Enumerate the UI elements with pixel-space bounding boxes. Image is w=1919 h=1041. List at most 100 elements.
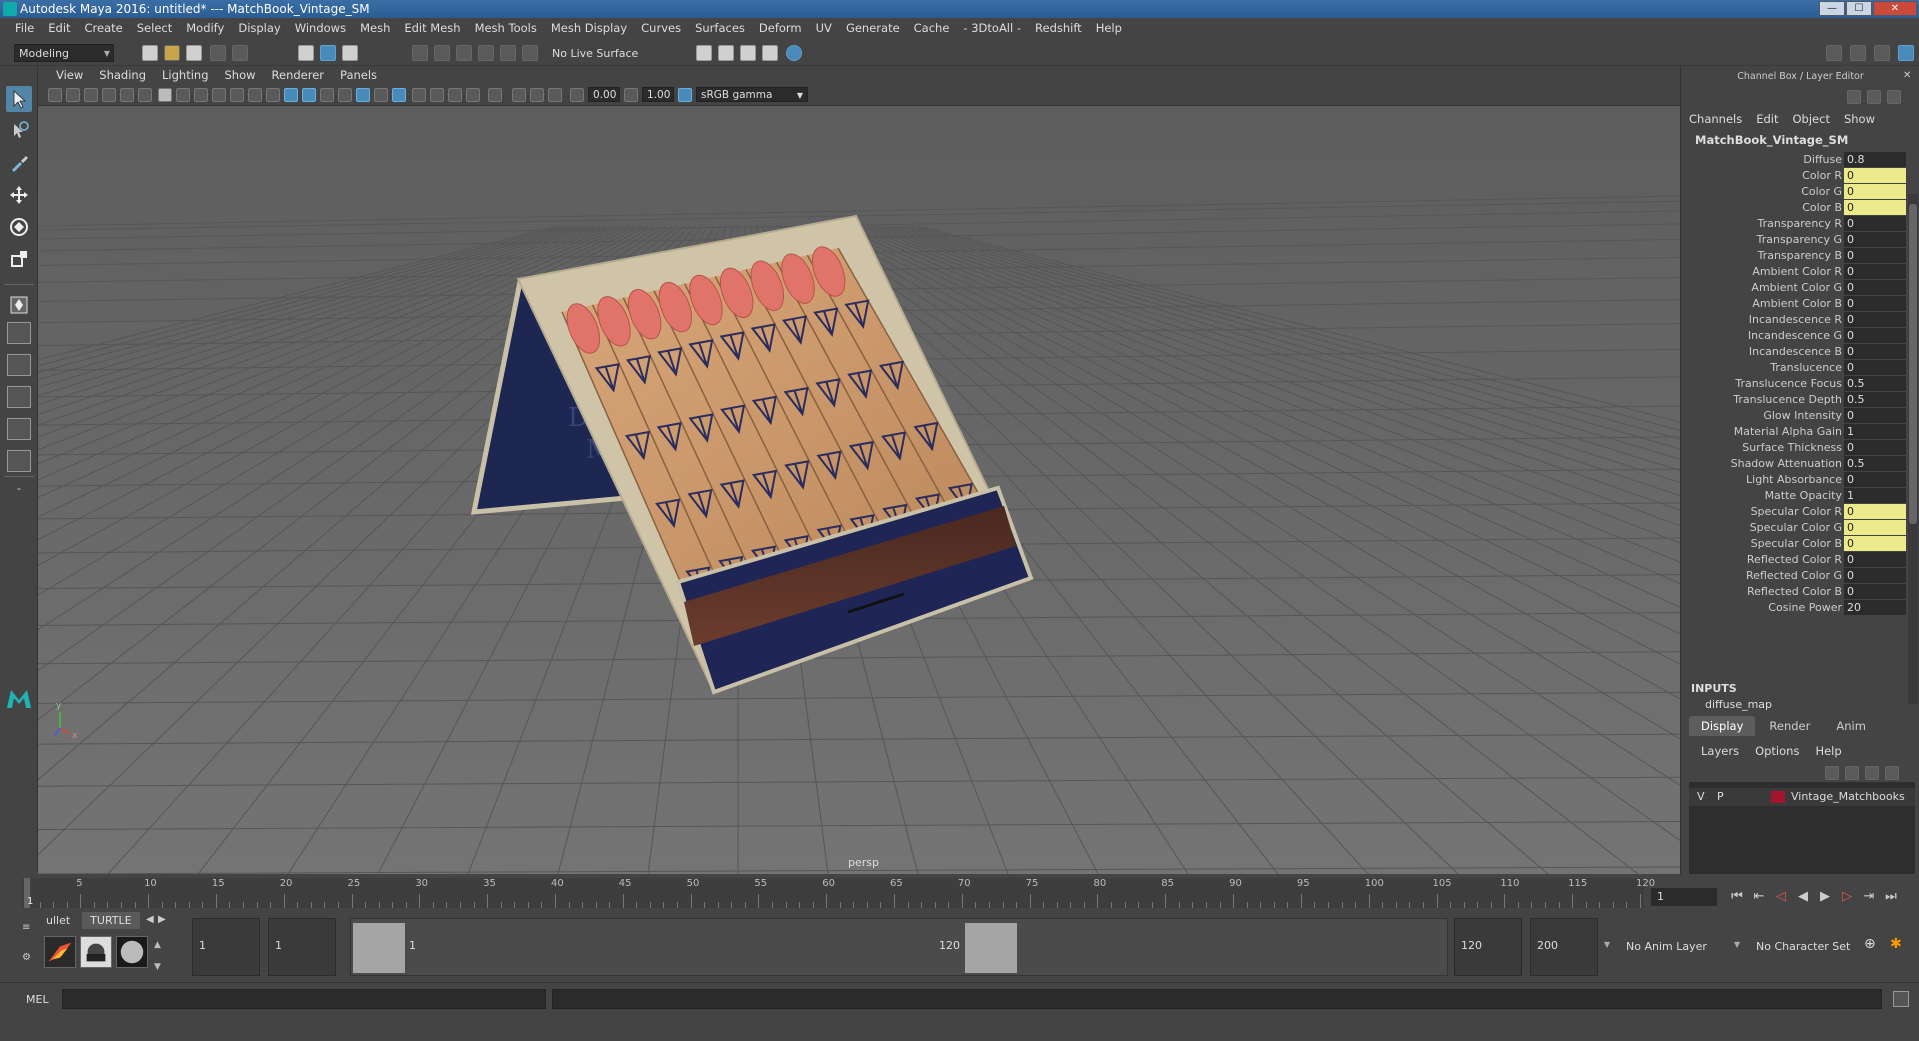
layer-menu-layers[interactable]: Layers <box>1701 744 1739 758</box>
open-scene-icon[interactable] <box>164 45 180 61</box>
safe-title-icon[interactable] <box>266 88 280 102</box>
attribute-label[interactable]: Surface Thickness <box>1742 441 1842 454</box>
attribute-value[interactable]: 0 <box>1844 312 1906 327</box>
attribute-value[interactable]: 0 <box>1844 408 1906 423</box>
shadows-icon[interactable] <box>392 88 406 102</box>
viewport-panel[interactable]: View Shading Lighting Show Renderer Pane… <box>38 66 1680 874</box>
menu-3dtoall[interactable]: - 3DtoAll - <box>956 21 1028 35</box>
mel-command-input[interactable] <box>62 989 546 1009</box>
save-scene-icon[interactable] <box>186 45 202 61</box>
viewport-menu-view[interactable]: View <box>48 68 91 82</box>
two-pane-layout-icon[interactable] <box>7 354 31 376</box>
attribute-row[interactable]: Translucence Depth 0.5 <box>1681 392 1906 408</box>
shelf-scroll-down-icon[interactable]: ▼ <box>154 962 161 972</box>
select-tool-icon[interactable] <box>6 86 32 112</box>
screen-space-ao-icon[interactable] <box>412 88 426 102</box>
attribute-label[interactable]: Incandescence G <box>1748 329 1842 342</box>
attribute-row[interactable]: Transparency B0 <box>1681 248 1906 264</box>
menu-file[interactable]: File <box>8 21 41 35</box>
attribute-value[interactable]: 0.8 <box>1844 152 1906 167</box>
menu-edit[interactable]: Edit <box>41 21 77 35</box>
step-back-frame-icon[interactable]: ◁ <box>1772 888 1790 906</box>
close-icon[interactable]: ✕ <box>1903 70 1911 81</box>
exposure-field[interactable]: 0.00 <box>588 87 620 102</box>
tab-render[interactable]: Render <box>1757 716 1823 736</box>
layer-menu-options[interactable]: Options <box>1755 744 1799 758</box>
attribute-row[interactable]: Translucence 0 <box>1681 360 1906 376</box>
select-hierarchy-icon[interactable] <box>298 45 314 61</box>
last-tool-icon[interactable] <box>6 292 32 318</box>
single-pane-layout-icon[interactable] <box>7 322 31 344</box>
attribute-value[interactable]: 0.5 <box>1844 392 1906 407</box>
default-material-icon[interactable] <box>338 88 352 102</box>
chevron-down-icon[interactable]: ▼ <box>1734 940 1740 949</box>
auto-key-icon[interactable]: ⊕ <box>1864 936 1882 954</box>
attribute-row[interactable]: Matte Opacity 1 <box>1681 488 1906 504</box>
menu-modify[interactable]: Modify <box>179 21 231 35</box>
attribute-label[interactable]: Specular Color B <box>1751 537 1842 550</box>
paint-select-tool-icon[interactable] <box>6 150 32 176</box>
inputs-header[interactable]: INPUTS <box>1691 682 1737 695</box>
attribute-label[interactable]: Specular Color G <box>1750 521 1842 534</box>
attribute-label[interactable]: Shadow Attenuation <box>1731 457 1842 470</box>
attribute-label[interactable]: Diffuse <box>1803 153 1842 166</box>
attribute-editor-icon[interactable] <box>1850 45 1866 61</box>
attribute-row[interactable]: Light Absorbance 0 <box>1681 472 1906 488</box>
snap-curve-icon[interactable] <box>434 45 450 61</box>
attribute-label[interactable]: Ambient Color B <box>1752 297 1842 310</box>
viewport-menu-panels[interactable]: Panels <box>332 68 385 82</box>
attribute-row[interactable]: Incandescence B0 <box>1681 344 1906 360</box>
grid-toggle-icon[interactable] <box>158 88 172 102</box>
gate-mask-icon[interactable] <box>212 88 226 102</box>
attribute-label[interactable]: Matte Opacity <box>1765 489 1842 502</box>
time-ruler[interactable]: 5 10 15 20 25 30 35 40 45 50 55 60 65 70 75 80 85 90 95 100… <box>22 878 1655 908</box>
cb-menu-object[interactable]: Object <box>1793 112 1830 126</box>
grease-pencil-icon[interactable] <box>138 88 152 102</box>
attribute-label[interactable]: Cosine Power <box>1768 601 1842 614</box>
menu-set-dropdown[interactable]: Modeling ▼ <box>14 44 114 62</box>
attribute-row[interactable]: Ambient Color R0 <box>1681 264 1906 280</box>
step-forward-key-icon[interactable]: ⇥ <box>1860 888 1878 906</box>
attribute-label[interactable]: Light Absorbance <box>1746 473 1842 486</box>
viewport-menu-lighting[interactable]: Lighting <box>154 68 216 82</box>
shelf-menu-icon[interactable]: ≡ <box>22 922 34 934</box>
four-pane-layout-icon[interactable] <box>7 386 31 408</box>
inputs-item[interactable]: diffuse_map <box>1705 698 1772 711</box>
channel-box-icon-3[interactable] <box>1887 90 1901 104</box>
turtle-render-icon[interactable] <box>44 936 76 968</box>
menu-windows[interactable]: Windows <box>288 21 353 35</box>
attribute-label[interactable]: Reflected Color B <box>1747 585 1842 598</box>
attribute-label[interactable]: Transparency G <box>1757 233 1842 246</box>
attribute-row[interactable]: Diffuse 0.8 <box>1681 152 1906 168</box>
attribute-label[interactable]: Color B <box>1802 201 1842 214</box>
turtle-surface-icon[interactable] <box>116 936 148 968</box>
menu-deform[interactable]: Deform <box>752 21 809 35</box>
attribute-value[interactable]: 0 <box>1844 296 1906 311</box>
chevron-down-icon[interactable]: ▼ <box>1604 940 1610 949</box>
attribute-value[interactable]: 0.5 <box>1844 376 1906 391</box>
attribute-row[interactable]: Reflected Color B0 <box>1681 584 1906 600</box>
render-settings-icon[interactable] <box>762 45 778 61</box>
color-management-icon[interactable] <box>678 88 692 102</box>
attribute-row[interactable]: Specular Color G0 <box>1681 520 1906 536</box>
layer-row[interactable]: V P Vintage_Matchbooks <box>1689 788 1915 806</box>
ipr-render-icon[interactable] <box>740 45 756 61</box>
shelf-scroll-left-icon[interactable]: ◀ <box>146 914 154 925</box>
tool-settings-icon[interactable] <box>1874 45 1890 61</box>
attribute-label[interactable]: Specular Color R <box>1751 505 1842 518</box>
menu-select[interactable]: Select <box>130 21 179 35</box>
camera-attributes-icon[interactable] <box>66 88 80 102</box>
menu-mesh-tools[interactable]: Mesh Tools <box>468 21 544 35</box>
turtle-bake-icon[interactable] <box>80 936 112 968</box>
menu-edit-mesh[interactable]: Edit Mesh <box>397 21 467 35</box>
resolution-gate-icon[interactable] <box>194 88 208 102</box>
attribute-value[interactable]: 0 <box>1844 568 1906 583</box>
viewport-menu-show[interactable]: Show <box>217 68 264 82</box>
graph-editor-layout-icon[interactable] <box>7 450 31 472</box>
range-slider-track[interactable]: 1 120 <box>350 918 1448 976</box>
render-view-icon[interactable] <box>696 45 712 61</box>
attribute-row[interactable]: Color G0 <box>1681 184 1906 200</box>
attribute-value[interactable]: 0 <box>1844 344 1906 359</box>
layer-color-swatch[interactable] <box>1771 791 1785 803</box>
attribute-row[interactable]: Transparency G0 <box>1681 232 1906 248</box>
